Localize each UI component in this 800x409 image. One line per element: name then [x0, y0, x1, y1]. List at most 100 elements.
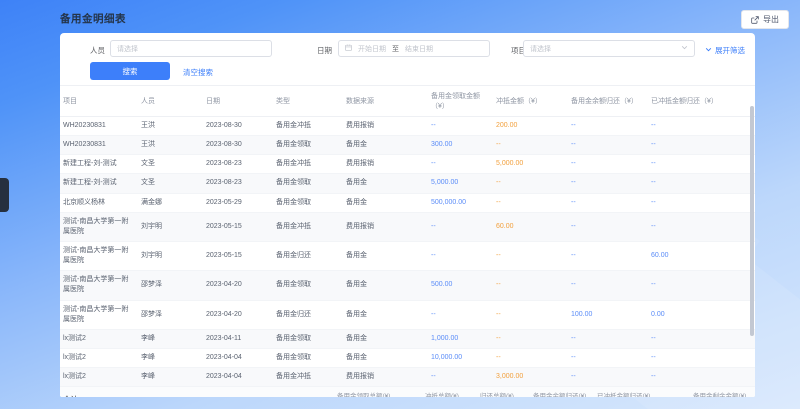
table-row[interactable]: lx测试2李峰2023-04-11备用金领取备用金1,000.00------ — [60, 329, 755, 348]
date-start-placeholder: 开始日期 — [358, 44, 386, 54]
table-row[interactable]: WH20230831王洪2023-08-30备用金领取备用金300.00----… — [60, 136, 755, 155]
total-item-label: 备用金剩余金额(¥) — [693, 390, 755, 397]
table-row[interactable]: 北京顺义杨林满金娜2023-05-29备用金领取备用金500,000.00---… — [60, 193, 755, 212]
total-item: 备用金余额归还(¥)170,661.00 — [533, 390, 597, 397]
table-cell: -- — [568, 348, 648, 367]
column-header: 已冲抵金额归还（¥） — [648, 86, 755, 117]
table-cell: -- — [493, 174, 568, 193]
table-cell: 备用金 — [343, 271, 428, 300]
table-cell: lx测试2 — [60, 368, 138, 387]
search-button[interactable]: 搜索 — [90, 62, 170, 80]
table-cell: -- — [428, 212, 493, 241]
total-item-label: 备用金余额归还(¥) — [533, 390, 597, 397]
table-cell: 备用金冲抵 — [273, 368, 343, 387]
table-cell: -- — [493, 193, 568, 212]
table-cell: -- — [568, 136, 648, 155]
table-cell: lx测试2 — [60, 329, 138, 348]
table-cell: -- — [493, 241, 568, 270]
table-cell: -- — [568, 155, 648, 174]
table-cell: 李峰 — [138, 368, 203, 387]
table-cell: 费用报销 — [343, 155, 428, 174]
filter-bar: 人员 请选择 日期 开始日期 至 结束日期 项目 请选择 — [60, 33, 755, 86]
table-cell: 2023-05-15 — [203, 212, 273, 241]
table-cell: -- — [648, 329, 755, 348]
table-row[interactable]: 测试-南昌大学第一附属医院刘宇明2023-05-15备用金归还备用金------… — [60, 241, 755, 270]
table-cell: 费用报销 — [343, 212, 428, 241]
person-select-input[interactable]: 请选择 — [110, 40, 272, 57]
table-cell: -- — [568, 174, 648, 193]
sidebar-collapse-handle[interactable] — [0, 178, 9, 212]
date-range-separator: 至 — [392, 44, 399, 54]
table-cell: 刘宇明 — [138, 241, 203, 270]
table-cell: 王洪 — [138, 136, 203, 155]
table-cell: 备用金领取 — [273, 136, 343, 155]
table-cell: 北京顺义杨林 — [60, 193, 138, 212]
total-item: 备用金领取总额(¥)5,953,501.56 — [337, 390, 425, 397]
table-cell: 2023-08-23 — [203, 174, 273, 193]
table-row[interactable]: lx测试2李峰2023-04-04备用金冲抵费用报销--3,000.00---- — [60, 368, 755, 387]
table-cell: -- — [568, 193, 648, 212]
table-cell: 2023-08-30 — [203, 136, 273, 155]
table-cell: 费用报销 — [343, 117, 428, 136]
column-header: 日期 — [203, 86, 273, 117]
table-cell: -- — [428, 300, 493, 329]
table-cell: 0.00 — [648, 300, 755, 329]
date-range-input[interactable]: 开始日期 至 结束日期 — [338, 40, 490, 57]
table-cell: 2023-04-20 — [203, 271, 273, 300]
table-cell: 备用金冲抵 — [273, 117, 343, 136]
chevron-down-icon — [705, 46, 712, 55]
table-row[interactable]: lx测试2李峰2023-04-04备用金领取备用金10,000.00------ — [60, 348, 755, 367]
table-cell: 2023-08-30 — [203, 117, 273, 136]
table-cell: 备用金 — [343, 193, 428, 212]
table-cell: 2023-04-11 — [203, 329, 273, 348]
table-row[interactable]: 测试-南昌大学第一附属医院邵梦泽2023-04-20备用金归还备用金----10… — [60, 300, 755, 329]
table-cell: 10,000.00 — [428, 348, 493, 367]
table-cell: 满金娜 — [138, 193, 203, 212]
table-cell: 60.00 — [648, 241, 755, 270]
petty-cash-table: 项目人员日期类型数据来源备用金领取金额（¥）冲抵金额（¥）备用金余额归还（¥）已… — [60, 86, 755, 387]
vertical-scrollbar[interactable] — [750, 106, 754, 336]
table-cell: 100.00 — [568, 300, 648, 329]
table-cell: 备用金 — [343, 329, 428, 348]
date-end-placeholder: 结束日期 — [405, 44, 433, 54]
table-cell: 备用金冲抵 — [273, 155, 343, 174]
table-cell: 备用金 — [343, 241, 428, 270]
clear-search-link[interactable]: 清空搜索 — [183, 67, 213, 78]
expand-filters-link[interactable]: 展开筛选 — [705, 45, 745, 56]
table-row[interactable]: 新建工程-刘-测试文圣2023-08-23备用金领取备用金5,000.00---… — [60, 174, 755, 193]
table-cell: -- — [428, 368, 493, 387]
table-cell: 500,000.00 — [428, 193, 493, 212]
table-row[interactable]: 测试-南昌大学第一附属医院刘宇明2023-05-15备用金冲抵费用报销--60.… — [60, 212, 755, 241]
table-cell: 文圣 — [138, 174, 203, 193]
project-select-input[interactable]: 请选择 — [523, 40, 695, 57]
table-cell: 测试-南昌大学第一附属医院 — [60, 300, 138, 329]
table-cell: 5,000.00 — [493, 155, 568, 174]
table-cell: -- — [568, 368, 648, 387]
table-cell: 备用金领取 — [273, 193, 343, 212]
export-button[interactable]: 导出 — [741, 10, 789, 29]
total-item-label: 已冲抵金额归还(¥) — [597, 390, 693, 397]
column-header: 类型 — [273, 86, 343, 117]
table-row[interactable]: 新建工程-刘-测试文圣2023-08-23备用金冲抵费用报销--5,000.00… — [60, 155, 755, 174]
table-cell: 测试-南昌大学第一附属医院 — [60, 212, 138, 241]
table-cell: -- — [648, 193, 755, 212]
table-cell: 1,000.00 — [428, 329, 493, 348]
table-row[interactable]: 测试-南昌大学第一附属医院邵梦泽2023-04-20备用金领取备用金500.00… — [60, 271, 755, 300]
table-cell: -- — [493, 136, 568, 155]
table-row[interactable]: WH20230831王洪2023-08-30备用金冲抵费用报销--200.00-… — [60, 117, 755, 136]
table-cell: WH20230831 — [60, 136, 138, 155]
total-item-label: 冲抵总额(¥) — [425, 390, 480, 397]
table-cell: 邵梦泽 — [138, 300, 203, 329]
table-cell: 备用金归还 — [273, 300, 343, 329]
table-cell: -- — [648, 368, 755, 387]
table-cell: -- — [648, 117, 755, 136]
table-cell: 备用金冲抵 — [273, 212, 343, 241]
table-cell: 新建工程-刘-测试 — [60, 174, 138, 193]
table-cell: 李峰 — [138, 329, 203, 348]
table-cell: 李峰 — [138, 348, 203, 367]
table-cell: 3,000.00 — [493, 368, 568, 387]
totals-label: 合计 — [60, 394, 337, 397]
content-card: 人员 请选择 日期 开始日期 至 结束日期 项目 请选择 — [60, 33, 755, 397]
table-cell: 200.00 — [493, 117, 568, 136]
column-header: 冲抵金额（¥） — [493, 86, 568, 117]
